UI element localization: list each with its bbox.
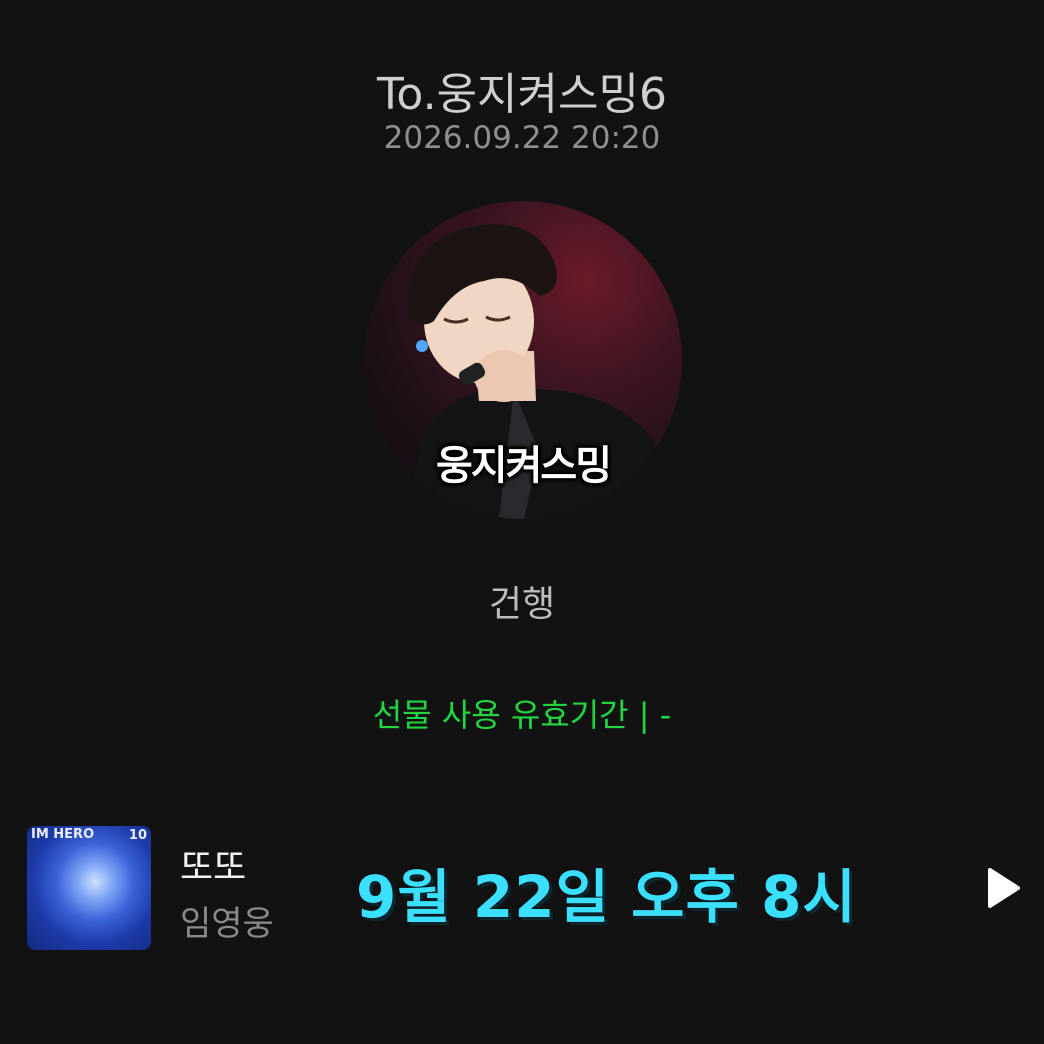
avatar-caption: 웅지켜스밍 [436,443,612,489]
gift-datetime: 2026.09.22 20:20 [383,120,661,156]
avatar: 웅지켜스밍 [364,201,682,519]
play-icon[interactable] [984,866,1024,910]
music-item[interactable]: IM HERO 10 또또 임영웅 9월 22일 오후 8시 [0,820,1044,960]
schedule-banner: 9월 22일 오후 8시 [356,863,857,931]
song-title: 또또 [180,847,247,888]
album-cover[interactable]: IM HERO 10 [27,826,151,950]
page-title: To.웅지켜스밍6 [377,69,667,120]
song-artist: 임영웅 [180,904,274,944]
gift-message: 건행 [488,584,556,625]
gift-validity: 선물 사용 유효기간 | - [372,696,672,734]
album-number-art: 10 [128,828,147,843]
album-title-art: IM HERO [31,827,95,842]
